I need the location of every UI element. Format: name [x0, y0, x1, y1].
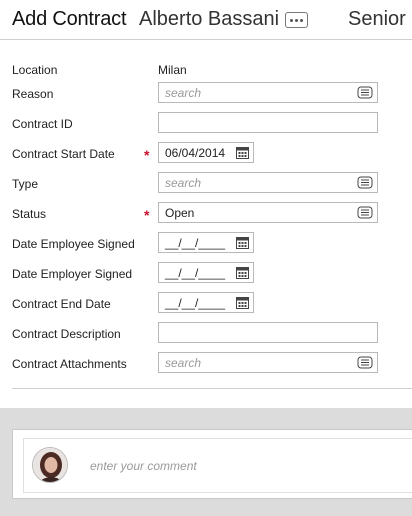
contract-attachments-label: Contract Attachments	[12, 357, 127, 371]
type-placeholder: search	[165, 176, 202, 190]
calendar-icon[interactable]	[236, 266, 249, 279]
page-title: Add Contract	[12, 8, 127, 30]
contract-description-label: Contract Description	[12, 327, 121, 341]
user-avatar	[32, 447, 68, 483]
contract-start-date-label: Contract Start Date	[12, 147, 115, 161]
lookup-list-icon[interactable]	[357, 356, 373, 369]
reason-placeholder: search	[165, 86, 202, 100]
reason-field[interactable]: search	[158, 82, 378, 103]
lookup-list-icon[interactable]	[357, 86, 373, 99]
date-employee-signed-row: Date Employee Signed __/__/____	[0, 230, 412, 260]
status-value: Open	[165, 206, 195, 220]
required-marker: *	[144, 207, 150, 223]
comment-placeholder: enter your comment	[90, 459, 197, 473]
calendar-icon[interactable]	[236, 296, 249, 309]
contract-end-date-field[interactable]: __/__/____	[158, 292, 254, 313]
lookup-list-icon[interactable]	[357, 206, 373, 219]
contract-id-row: Contract ID	[0, 110, 412, 140]
employee-name[interactable]: Alberto Bassani	[139, 8, 279, 31]
employee-role: Senior	[348, 8, 406, 30]
contract-end-date-label: Contract End Date	[12, 297, 111, 311]
date-employer-signed-value: __/__/____	[165, 266, 226, 280]
date-employee-signed-field[interactable]: __/__/____	[158, 232, 254, 253]
type-label: Type	[12, 177, 39, 191]
date-employer-signed-row: Date Employer Signed __/__/____	[0, 260, 412, 290]
calendar-icon[interactable]	[236, 146, 249, 159]
location-label: Location	[12, 63, 58, 77]
status-field[interactable]: Open	[158, 202, 378, 223]
type-field[interactable]: search	[158, 172, 378, 193]
type-row: Type search	[0, 170, 412, 200]
contract-id-label: Contract ID	[12, 117, 73, 131]
contract-description-row: Contract Description	[0, 320, 412, 350]
contract-attachments-row: Contract Attachments search	[0, 350, 412, 380]
comment-input[interactable]: enter your comment	[23, 438, 412, 493]
contract-id-field[interactable]	[158, 112, 378, 133]
contract-start-date-row: Contract Start Date * 06/04/2014	[0, 140, 412, 170]
location-value: Milan	[158, 63, 187, 77]
status-row: Status * Open	[0, 200, 412, 230]
date-employer-signed-label: Date Employer Signed	[12, 267, 133, 281]
contract-attachments-placeholder: search	[165, 356, 202, 370]
reason-row: Reason search	[0, 80, 412, 110]
page-header: Add Contract Alberto Bassani Senior	[0, 0, 412, 40]
required-marker: *	[144, 147, 150, 163]
date-employee-signed-label: Date Employee Signed	[12, 237, 135, 251]
date-employer-signed-field[interactable]: __/__/____	[158, 262, 254, 283]
contract-end-date-value: __/__/____	[165, 296, 226, 310]
contract-end-date-row: Contract End Date __/__/____	[0, 290, 412, 320]
reason-label: Reason	[12, 87, 54, 101]
contract-description-field[interactable]	[158, 322, 378, 343]
calendar-icon[interactable]	[236, 236, 249, 249]
contract-attachments-field[interactable]: search	[158, 352, 378, 373]
contract-start-date-value: 06/04/2014	[165, 146, 226, 160]
date-employee-signed-value: __/__/____	[165, 236, 226, 250]
form-divider	[12, 388, 412, 389]
comment-box: enter your comment	[12, 429, 412, 499]
contract-start-date-field[interactable]: 06/04/2014	[158, 142, 254, 163]
more-icon[interactable]	[285, 12, 308, 28]
lookup-list-icon[interactable]	[357, 176, 373, 189]
status-label: Status	[12, 207, 47, 221]
